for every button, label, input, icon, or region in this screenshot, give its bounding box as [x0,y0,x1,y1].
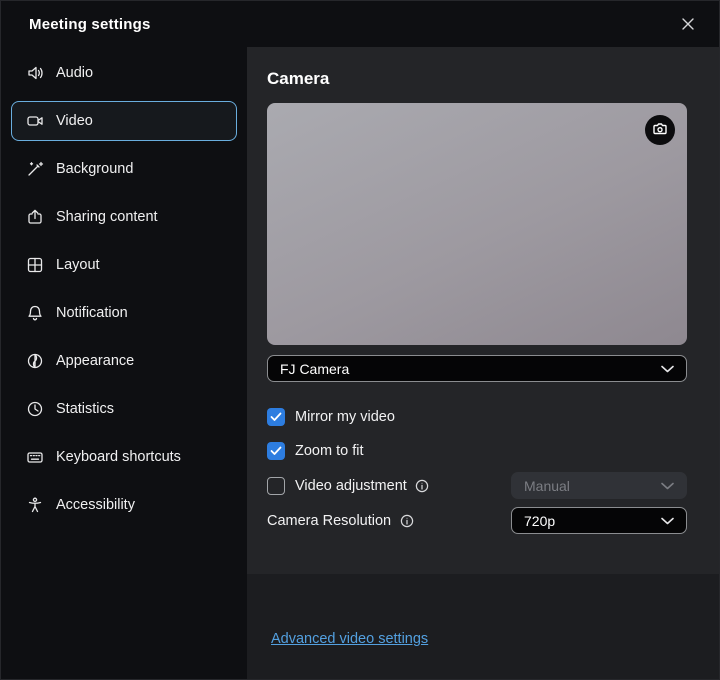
accessibility-icon [26,496,44,514]
sidebar-item-label: Background [56,161,133,177]
info-icon[interactable] [399,513,414,528]
dialog-body: Audio Video Background Sharing content [1,47,719,679]
background-wand-icon [26,160,44,178]
sidebar-item-appearance[interactable]: Appearance [11,341,237,381]
titlebar: Meeting settings [1,1,719,47]
video-adjustment-row: Video adjustment Manual [267,472,687,499]
sidebar-item-label: Keyboard shortcuts [56,449,181,465]
advanced-section: Advanced video settings [247,574,719,679]
sidebar-item-background[interactable]: Background [11,149,237,189]
sidebar-item-label: Appearance [56,353,134,369]
camera-select[interactable]: FJ Camera [267,355,687,382]
zoom-to-fit-label: Zoom to fit [295,443,364,459]
info-icon[interactable] [415,478,430,493]
sidebar-item-layout[interactable]: Layout [11,245,237,285]
sidebar-item-sharing-content[interactable]: Sharing content [11,197,237,237]
camera-options: Mirror my video Zoom to fit Video adjust… [267,404,687,534]
sidebar-item-video[interactable]: Video [11,101,237,141]
mirror-my-video-label: Mirror my video [295,409,395,425]
mirror-my-video-checkbox[interactable] [267,408,285,426]
video-adjustment-checkbox[interactable] [267,477,285,495]
video-settings-panel: Camera FJ Camera [247,47,719,679]
share-icon [26,208,44,226]
keyboard-icon [26,448,44,466]
sidebar-item-label: Notification [56,305,128,321]
video-adjustment-select: Manual [511,472,687,499]
sidebar-item-label: Layout [56,257,100,273]
camera-select-value: FJ Camera [280,361,349,377]
statistics-icon [26,400,44,418]
camera-resolution-row: Camera Resolution 720p [267,507,687,534]
layout-grid-icon [26,256,44,274]
advanced-video-settings-link[interactable]: Advanced video settings [271,631,428,647]
sidebar-item-statistics[interactable]: Statistics [11,389,237,429]
video-adjustment-select-value: Manual [524,478,570,494]
sidebar-item-label: Accessibility [56,497,135,513]
camera-preview [267,103,687,345]
chevron-down-icon [661,365,674,373]
flip-camera-button[interactable] [645,115,675,145]
camera-resolution-select-value: 720p [524,513,555,529]
video-camera-icon [26,112,44,130]
settings-sidebar: Audio Video Background Sharing content [1,47,247,679]
zoom-to-fit-checkbox[interactable] [267,442,285,460]
bell-icon [26,304,44,322]
sidebar-item-label: Sharing content [56,209,158,225]
section-heading: Camera [267,69,685,89]
camera-resolution-label: Camera Resolution [267,513,391,529]
sidebar-item-notification[interactable]: Notification [11,293,237,333]
video-adjustment-label: Video adjustment [295,478,407,494]
close-icon [681,17,695,31]
camera-resolution-select[interactable]: 720p [511,507,687,534]
mirror-my-video-row: Mirror my video [267,404,687,430]
zoom-to-fit-row: Zoom to fit [267,438,687,464]
meeting-settings-dialog: Meeting settings Audio Video [0,0,720,680]
sidebar-item-label: Statistics [56,401,114,417]
sidebar-item-audio[interactable]: Audio [11,53,237,93]
chevron-down-icon [661,517,674,525]
speaker-icon [26,64,44,82]
chevron-down-icon [661,482,674,490]
sidebar-item-label: Audio [56,65,93,81]
close-button[interactable] [673,9,703,39]
page-title: Meeting settings [29,16,151,33]
camera-section: Camera FJ Camera [247,47,719,574]
flip-camera-icon [652,121,668,140]
sidebar-item-accessibility[interactable]: Accessibility [11,485,237,525]
sidebar-item-label: Video [56,113,93,129]
appearance-icon [26,352,44,370]
sidebar-item-keyboard-shortcuts[interactable]: Keyboard shortcuts [11,437,237,477]
